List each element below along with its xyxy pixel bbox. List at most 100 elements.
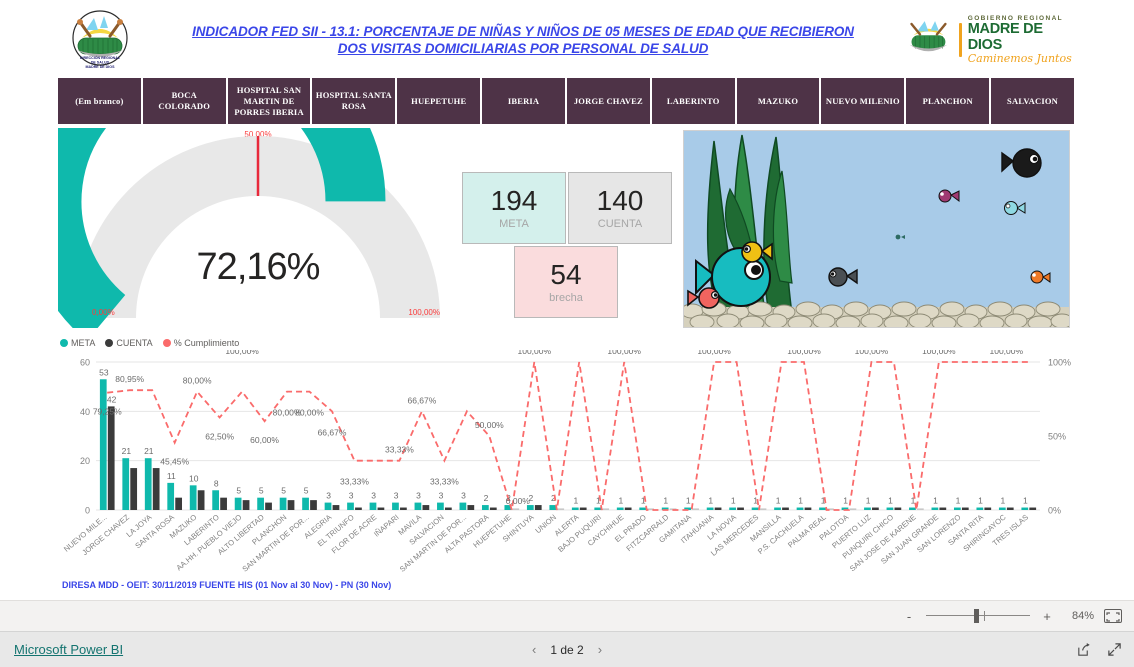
tab-hospital-san-martin-de-porres-iberia[interactable]: HOSPITAL SAN MARTIN DE PORRES IBERIA — [227, 78, 313, 124]
bar-meta — [212, 490, 220, 510]
bar-value-label: 1 — [956, 496, 961, 506]
bar-value-label: 3 — [416, 491, 421, 501]
combo-bar-line-chart[interactable]: META CUENTA% Cumplimiento 0 20 40 60 0% 50% 100… — [58, 336, 1074, 576]
tab-boca-colorado[interactable]: BOCA COLORADO — [142, 78, 228, 124]
bar-meta — [414, 502, 422, 510]
bar-value-label: 5 — [259, 486, 264, 496]
bar-cuenta — [849, 508, 857, 510]
bar-meta — [909, 507, 916, 510]
tab-salvacion[interactable]: SALVACION — [991, 78, 1074, 124]
bar-cuenta — [107, 406, 115, 510]
bar-meta — [122, 458, 130, 510]
report-header: DIRECCIÓN REGIONAL DE SALUD MADRE DE DIO… — [58, 6, 1074, 74]
bar-cuenta — [467, 505, 475, 510]
bar-value-label: 11 — [167, 471, 176, 481]
gobierno-regional-logo: GOBIERNO REGIONAL MADRE DE DIOS Caminemo… — [904, 15, 1074, 65]
line-value-label: 100,00% — [697, 350, 731, 356]
bar-cuenta — [1029, 507, 1037, 510]
bar-value-label: 5 — [304, 486, 309, 496]
bar-cuenta — [287, 500, 295, 510]
svg-text:50%: 50% — [1048, 432, 1066, 442]
zoom-slider[interactable] — [926, 609, 1030, 623]
gauge-min-label: 0,00% — [92, 308, 115, 317]
gobierno-regional-emblem-icon — [909, 21, 948, 52]
diresa-logo-icon: DIRECCIÓN REGIONAL DE SALUD MADRE DE DIO… — [58, 8, 142, 72]
bar-cuenta — [534, 505, 542, 510]
zoom-in-button[interactable]: + — [1040, 609, 1054, 624]
bar-meta — [953, 507, 961, 510]
bar-meta — [99, 379, 107, 510]
bar-meta — [549, 505, 557, 510]
tab-planchon[interactable]: PLANCHON — [906, 78, 992, 124]
chart-plot-area: 02040600%50%100%5321 2111 10 85 5 5 5 3 3 3 3 3 3 3 2 2… — [62, 350, 1071, 574]
bar-value-label: 1 — [1023, 496, 1028, 506]
bar-value-label: 5 — [236, 486, 241, 496]
tab-nuevo-milenio[interactable]: NUEVO MILENIO — [821, 78, 907, 124]
line-value-label: 100,00% — [990, 350, 1024, 356]
bar-value-label: 3 — [349, 491, 354, 501]
legend-item-meta[interactable]: META — [60, 338, 95, 348]
bar-value-label: 1 — [933, 496, 938, 506]
chart-legend: META CUENTA % Cumplimiento — [60, 338, 239, 348]
bar-cuenta — [332, 505, 340, 510]
svg-text:40: 40 — [80, 407, 90, 417]
bar-meta — [751, 507, 759, 510]
zoom-slider-thumb[interactable] — [974, 609, 979, 623]
fit-to-page-icon[interactable] — [1104, 609, 1122, 623]
bar-cuenta — [579, 507, 587, 510]
bar-value-label: 8 — [214, 478, 219, 488]
bar-meta — [459, 502, 467, 510]
bar-meta — [796, 507, 804, 510]
tab-huepetuhe[interactable]: HUEPETUHE — [397, 78, 483, 124]
kpi-card-brecha[interactable]: 54 brecha — [514, 246, 618, 318]
bar-meta — [998, 507, 1006, 510]
share-icon[interactable] — [1076, 642, 1091, 657]
tab-jorge-chavez[interactable]: JORGE CHAVEZ — [566, 78, 652, 124]
gauge-arc — [58, 128, 440, 328]
svg-text:0: 0 — [85, 506, 90, 516]
line-value-label: 60,00% — [250, 435, 279, 445]
zoom-out-button[interactable]: - — [902, 609, 916, 624]
tab-em-branco[interactable]: (Em branco) — [58, 78, 143, 124]
kpi-card-cuenta[interactable]: 140 CUENTA — [568, 172, 672, 244]
bar-meta — [257, 497, 264, 510]
legend-item-cumplimiento[interactable]: % Cumplimiento — [162, 338, 239, 348]
page-indicator-label: 1 de 2 — [550, 642, 584, 657]
bar-value-label: 1 — [686, 496, 691, 506]
tab-hospital-santa-rosa[interactable]: HOSPITAL SANTA ROSA — [312, 78, 398, 124]
bar-cuenta — [197, 490, 205, 510]
bar-cuenta — [759, 508, 767, 510]
bar-value-label: 3 — [461, 491, 466, 501]
bar-meta — [706, 507, 714, 510]
fullscreen-icon[interactable] — [1107, 642, 1122, 657]
bar-cuenta — [512, 508, 520, 510]
bar-meta — [481, 505, 489, 510]
chevron-left-icon[interactable]: ‹ — [532, 642, 536, 657]
bar-meta — [594, 507, 602, 510]
tab-laberinto[interactable]: LABERINTO — [651, 78, 737, 124]
line-value-label: 80,00% — [295, 408, 324, 418]
line-value-label: 100,00% — [607, 350, 641, 356]
bar-value-label: 3 — [371, 491, 376, 501]
legend-label: META — [71, 338, 96, 348]
report-canvas: DIRECCIÓN REGIONAL DE SALUD MADRE DE DIO… — [0, 0, 1134, 600]
tab-mazuko[interactable]: MAZUKO — [736, 78, 822, 124]
bar-meta — [347, 502, 354, 510]
chevron-right-icon[interactable]: › — [598, 642, 602, 657]
line-value-label: 100,00% — [225, 350, 259, 356]
cumplimiento-gauge[interactable]: 50,00% 72,16% 0,00% 100,00% — [58, 128, 458, 328]
powerbi-footer: Microsoft Power BI ‹ 1 de 2 › — [0, 631, 1134, 667]
establecimiento-tab-slicer[interactable]: (Em branco) BOCA COLORADO HOSPITAL SAN MAR… — [58, 78, 1074, 124]
bar-meta — [189, 485, 197, 510]
legend-item-cuenta[interactable]: CUENTA — [105, 338, 153, 348]
svg-text:60: 60 — [80, 358, 90, 368]
bar-meta — [639, 507, 647, 510]
line-value-label: 100,00% — [787, 350, 821, 356]
kpi-card-meta[interactable]: 194 META — [462, 172, 566, 244]
line-value-label: 79,25% — [93, 407, 122, 417]
bar-cuenta — [602, 508, 610, 510]
line-value-label: 100,00% — [922, 350, 956, 356]
tab-iberia[interactable]: IBERIA — [482, 78, 567, 124]
page-title-line-2: DOS VISITAS DOMICILIARIAS POR PERSONAL D… — [337, 41, 709, 56]
page-navigator: ‹ 1 de 2 › — [0, 642, 1134, 657]
